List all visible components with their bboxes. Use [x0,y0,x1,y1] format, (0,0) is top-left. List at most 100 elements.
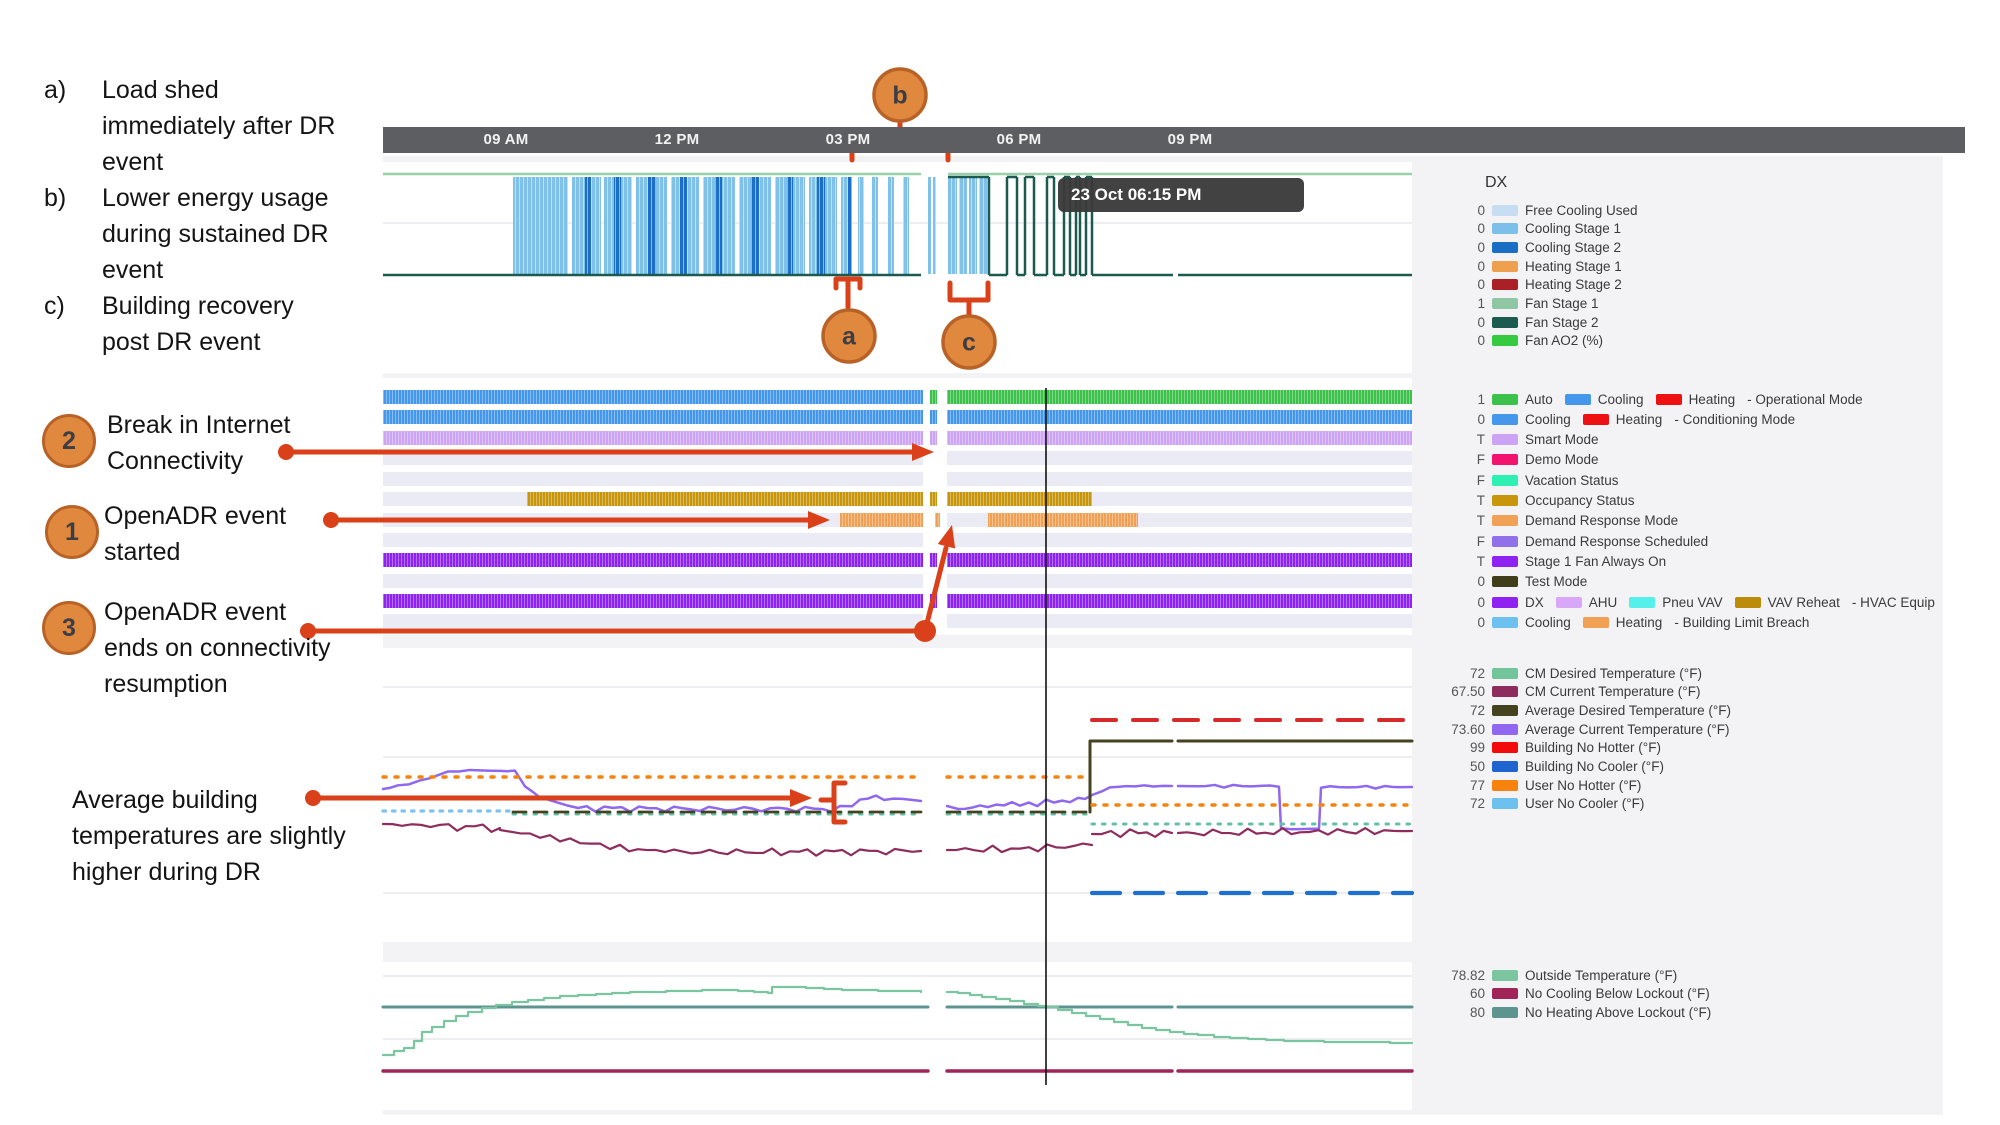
bar-texture [604,177,614,274]
legend-row-temp[interactable]: 72Average Desired Temperature (°F) [1441,702,1743,718]
legend-swatch [1492,798,1518,809]
legend-swatch [1492,394,1518,405]
series-cm-current-temp [500,830,665,852]
timeline-label: 03 PM [826,127,871,153]
arrow-origin-dot [323,512,339,528]
legend-value: 0 [1441,574,1485,589]
bar-texture [636,177,648,274]
legend-row-mode[interactable]: TDemand Response Mode [1441,513,1690,529]
legend-suffix: - Building Limit Breach [1674,615,1809,630]
abc-annotation-list: a)Load shedimmediately after DReventb)Lo… [44,72,374,360]
legend-swatch [1492,668,1518,679]
legend-value: 0 [1441,412,1485,427]
legend-swatch [1492,597,1518,608]
legend-row-temp[interactable]: 99Building No Hotter (°F) [1441,740,1673,756]
legend-row-dx[interactable]: 0Heating Stage 1 [1441,258,1634,274]
annotation-bracket [950,283,988,315]
legend-row-mode[interactable]: 0Test Mode [1441,574,1599,590]
annotation-bracket [821,783,845,822]
timeline-label: 09 PM [1168,127,1213,153]
bar-texture [687,177,699,274]
legend-row-dx[interactable]: 0Cooling Stage 1 [1441,221,1633,237]
bar-texture [825,177,837,274]
legend-row-mode[interactable]: 1AutoCoolingHeating- Operational Mode [1441,391,1863,407]
series-outside-temp [947,992,1412,1043]
legend-swatch [1492,454,1518,465]
legend-swatch [1492,536,1518,547]
legend-row-dx[interactable]: 0Free Cooling Used [1441,202,1650,218]
legend-value: 72 [1441,703,1485,718]
legend-row-temp[interactable]: 72User No Cooler (°F) [1441,796,1656,812]
bar-texture [775,177,787,274]
arrow-head [790,789,812,807]
bar-texture [933,177,936,274]
legend-row-mode[interactable]: FDemand Response Scheduled [1441,533,1720,549]
seg-texture [840,513,923,527]
bar-gap [977,177,979,274]
legend-swatch [1735,597,1761,608]
legend-label: CM Desired Temperature (°F) [1525,666,1702,681]
legend-row-temp[interactable]: 77User No Hotter (°F) [1441,777,1653,793]
legend-row-outside[interactable]: 78.82Outside Temperature (°F) [1441,967,1689,983]
legend-row-mode[interactable]: 0DXAHUPneu VAVVAV Reheat- HVAC Equip [1441,594,1935,610]
abc-text: Load shedimmediately after DRevent [102,72,335,180]
legend-row-dx[interactable]: 0Cooling Stage 2 [1441,239,1633,255]
legend-row-mode[interactable]: TOccupancy Status [1441,493,1647,509]
legend-swatch [1492,279,1518,290]
abc-item: c)Building recoverypost DR event [44,288,374,360]
callout-circle-1: 1 [45,505,99,559]
seg-texture [947,594,1412,608]
legend-label: Building No Cooler (°F) [1525,759,1664,774]
legend-label: Cooling Stage 2 [1525,240,1621,255]
legend-row-dx[interactable]: 1Fan Stage 1 [1441,296,1611,312]
legend-row-outside[interactable]: 80No Heating Above Lockout (°F) [1441,1004,1723,1020]
legend-label: Cooling [1598,392,1644,407]
legend-label: Heating Stage 2 [1525,277,1622,292]
bar-texture [648,177,656,274]
bar-texture [809,177,817,274]
bar-texture [722,177,735,274]
legend-label: Cooling Stage 1 [1525,221,1621,236]
legend-row-dx[interactable]: 0Fan AO2 (%) [1441,333,1615,349]
legend-row-dx[interactable]: 0Heating Stage 2 [1441,277,1634,293]
legend-row-outside[interactable]: 60No Cooling Below Lockout (°F) [1441,986,1722,1002]
legend-value: 50 [1441,759,1485,774]
seg-texture [383,553,923,567]
legend-swatch [1492,414,1518,425]
legend-row-mode[interactable]: 0CoolingHeating- Conditioning Mode [1441,411,1795,427]
arrow-head [938,525,955,549]
seg-texture [930,410,937,424]
legend-row-temp[interactable]: 72CM Desired Temperature (°F) [1441,665,1714,681]
legend-row-temp[interactable]: 50 Building No Cooler (°F) [1441,759,1676,775]
legend-label: Cooling [1525,412,1571,427]
legend-label: Demo Mode [1525,452,1599,467]
abc-marker: a) [44,72,102,180]
legend-label: Fan AO2 (%) [1525,333,1603,348]
legend-value: 73.60 [1441,722,1485,737]
legend-swatch [1556,597,1582,608]
legend-row-mode[interactable]: 0CoolingHeating- Building Limit Breach [1441,614,1809,630]
bar-texture [928,177,931,274]
legend-row-mode[interactable]: TSmart Mode [1441,432,1611,448]
legend-row-dx[interactable]: 0Fan Stage 2 [1441,314,1611,330]
legend-row-mode[interactable]: FDemo Mode [1441,452,1611,468]
legend-row-temp[interactable]: 67.50CM Current Temperature (°F) [1441,684,1712,700]
legend-row-mode[interactable]: FVacation Status [1441,472,1631,488]
legend-value: T [1441,513,1485,528]
legend-swatch [1492,242,1518,253]
legend-swatch [1492,223,1518,234]
seg-texture [947,553,1412,567]
timeline-bar[interactable]: 09 AM12 PM03 PM06 PM09 PM [383,127,1965,153]
seg-texture [947,390,1412,404]
legend-label: User No Hotter (°F) [1525,778,1641,793]
seg-texture [947,492,1092,506]
legend-row-temp[interactable]: 73.60Average Current Temperature (°F) [1441,721,1741,737]
legend-swatch [1656,394,1682,405]
abc-marker: c) [44,288,102,360]
legend-row-mode[interactable]: TStage 1 Fan Always On [1441,553,1678,569]
bar-texture [572,177,585,274]
legend-value: F [1441,473,1485,488]
legend-swatch [1492,761,1518,772]
legend-label: Building No Hotter (°F) [1525,740,1661,755]
series-cm-current-temp [1092,829,1172,837]
